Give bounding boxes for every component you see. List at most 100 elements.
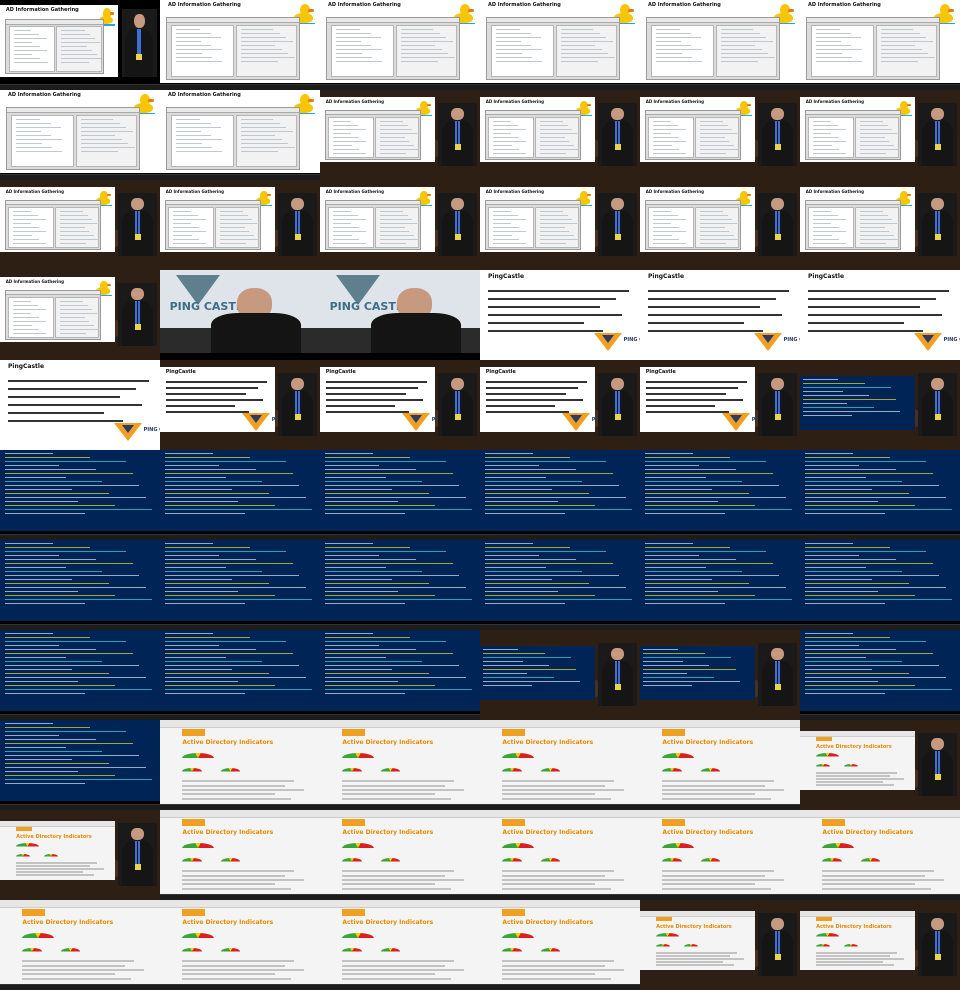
tree-line [173,218,206,220]
console-line [804,645,860,646]
report-text-line [16,874,95,877]
score-gauge [656,944,670,949]
score-gauge [540,858,560,866]
console-line [324,453,373,454]
tree-line [333,238,360,240]
console-line [483,653,545,655]
presenter-video [118,282,157,346]
ad-slide: AD Information Gathering [320,0,480,83]
report-header-block [822,818,845,826]
thumbnail-tile [0,720,160,810]
console-line [804,603,885,604]
attribute-line [539,210,564,212]
window-titlebar [165,201,261,206]
attribute-line [80,138,122,140]
console-line [164,673,269,674]
tree-line [176,150,223,152]
ad-explorer-window [806,16,940,80]
bullet-line [485,381,588,384]
console-line [324,599,472,600]
tree-line [16,146,52,148]
console-line [804,673,909,674]
tree-pane [488,116,534,159]
attribute-line [379,148,419,150]
console-line [803,395,870,397]
pingcastle-report: Active Directory Indicators [160,810,320,897]
tree-line [176,60,223,62]
bullet-line [648,314,783,317]
attribute-pane [56,26,102,72]
tree-line [653,234,672,236]
window-titlebar [7,107,139,113]
console-line [324,641,447,642]
slide-title: AD Information Gathering [645,99,705,105]
ad-slide: AD Information Gathering [640,187,756,252]
report-header-block [502,908,525,916]
console-line [643,673,688,675]
attribute-line [400,28,434,30]
console-line [324,473,453,474]
powershell-window [800,450,960,531]
report-text-line [816,961,883,964]
report-text-line [22,964,125,967]
attribute-line [699,214,728,216]
tree-pane [11,114,74,168]
tree-line [333,120,351,122]
console-line [324,465,380,466]
report-header-block [182,818,205,826]
report-text-line [502,977,612,980]
report-title: Active Directory Indicators [342,739,434,746]
report-text-line [662,887,772,890]
presenter-camera-shot: PING CASTLE [160,270,320,353]
tree-line [333,140,366,142]
console-line [803,387,891,389]
attribute-line [379,242,407,244]
console-line [4,775,116,776]
console-line [164,453,213,454]
browser-toolbar [800,730,916,737]
report-header-block [502,728,525,736]
report-text-line [662,883,756,886]
console-line [804,669,872,670]
score-gauge [816,944,830,949]
thumbnail-tile: PingCastle PING CASTLE [0,360,160,450]
bullet-line [645,410,729,413]
tree-line [813,234,832,236]
bullet-line [648,297,776,300]
console-line [324,669,392,670]
attribute-line [379,132,418,134]
report-text-line [342,870,455,873]
score-gauge [816,753,840,761]
bullet-line [165,410,249,413]
presenter-video [918,732,957,796]
attribute-line [379,136,405,138]
attribute-line [720,32,760,34]
attribute-line [400,40,453,42]
browser-toolbar [480,810,640,818]
console-line [164,591,239,592]
tree-line [333,242,367,244]
tree-pane [331,24,394,78]
report-text-line [502,964,605,967]
presenter-video [758,372,797,436]
bullet-line [808,322,904,325]
console-line [643,657,731,659]
tree-line [173,230,206,232]
thumbnail-tile [320,540,480,630]
bullet-line [165,381,268,384]
presenter-lanyard [775,211,780,236]
bullet-line [485,393,567,396]
report-text-line [342,874,445,877]
attribute-line [880,32,920,34]
tree-line [176,44,212,46]
attribute-line [699,128,733,130]
console-line [164,689,312,690]
tree-line [813,148,840,150]
attribute-pane [715,24,777,78]
presenter-video [598,102,637,166]
report-text-line [816,778,904,781]
window-titlebar [167,107,299,113]
thumbnail-tile: PingCastle PING CASTLE [640,270,800,360]
console-line [804,583,909,584]
report-text-line [182,969,304,972]
